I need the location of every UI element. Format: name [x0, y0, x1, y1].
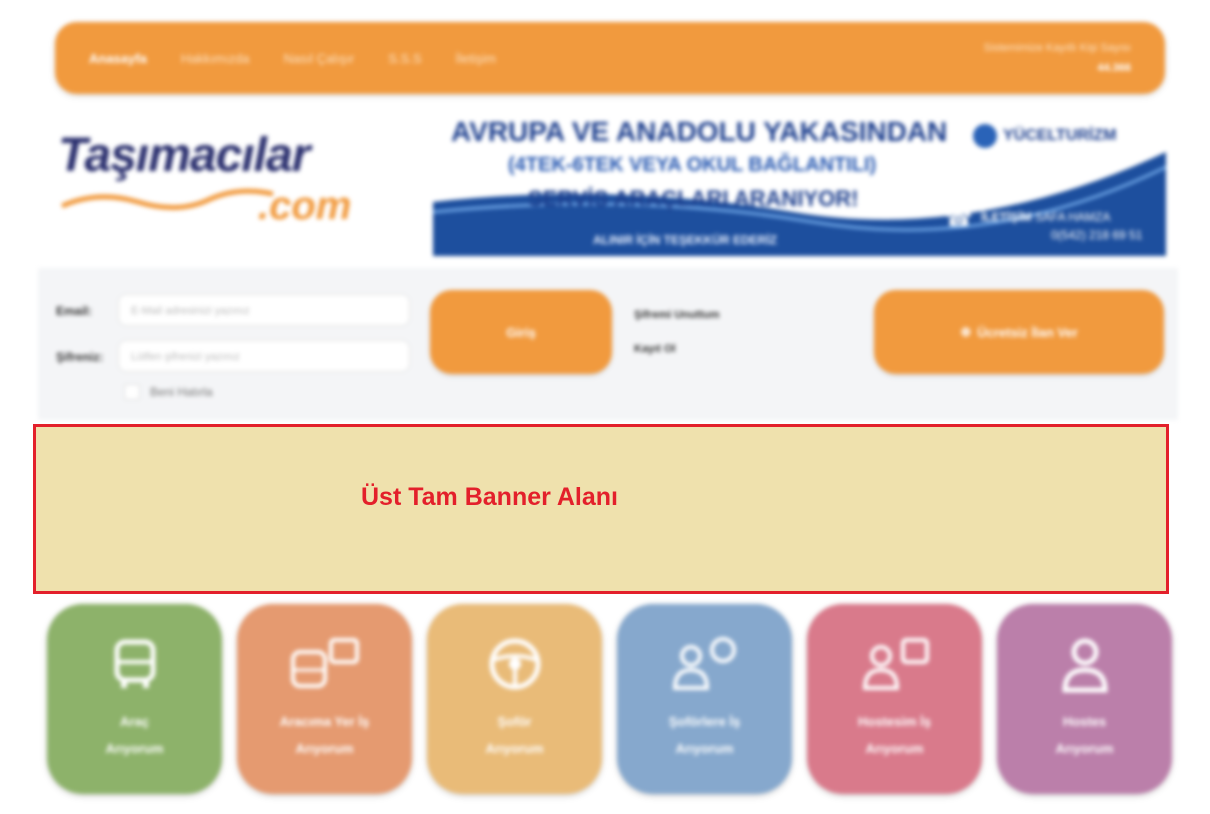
login-panel: Email: E-Mail adresinizi yazınız Şifreni…	[38, 268, 1178, 420]
ad-brand-name: YÜCELTURİZM	[1003, 127, 1117, 144]
top-banner-area: Üst Tam Banner Alanı	[33, 424, 1169, 594]
site-logo[interactable]: Taşımacılar .com	[58, 128, 418, 238]
driver-wheel-icon	[672, 637, 736, 690]
email-label: Email:	[56, 304, 93, 318]
nav-menu: Anasayfa Hakkımızda Nasıl Çalışır S.S.S …	[89, 22, 496, 94]
ad-contact: ☎ İLETİŞİM SAFA HAMZA 0(542) 218 69 51	[945, 208, 1143, 244]
login-button[interactable]: Giriş	[430, 290, 612, 374]
registered-count: Sistemimize Kayıtlı Kişi Sayısı 44.366	[984, 38, 1131, 78]
tile-label: Hostesim İş Arıyorum	[858, 714, 931, 756]
registered-count-value: 44.366	[1097, 62, 1131, 74]
ad-footer: ALINIR İÇİN TEŞEKKÜR EDERİZ	[593, 233, 778, 247]
category-tiles: Araç Arıyorum Aracıma Yer İş Arıyorum Şo…	[47, 604, 1172, 794]
tile-label: Şoför Arıyorum	[485, 714, 544, 756]
nav-item-how-it-works[interactable]: Nasıl Çalışır	[283, 51, 354, 66]
remember-checkbox[interactable]	[124, 384, 140, 400]
tile-job-for-drivers[interactable]: Şoförlere İş Arıyorum	[617, 604, 792, 794]
logo-domain: .com	[258, 184, 352, 228]
plus-circle-icon: ⊕	[960, 324, 972, 339]
person-icon	[1061, 638, 1108, 693]
bus-suitcase-icon	[290, 638, 359, 688]
password-field[interactable]: Lütfen şifrenizi yazınız	[118, 340, 410, 372]
forgot-password-link[interactable]: Şifremi Unuttum	[634, 309, 720, 321]
tile-vehicle-search[interactable]: Araç Arıyorum	[47, 604, 222, 794]
logo-swoosh-icon	[60, 188, 274, 211]
tile-driver-search[interactable]: Şoför Arıyorum	[427, 604, 602, 794]
ad-subline: (4TEK-6TEK VEYA OKUL BAĞLANTILI)	[508, 154, 877, 176]
tile-label: Hostes Arıyorum	[1055, 714, 1114, 756]
email-field[interactable]: E-Mail adresinizi yazınız	[118, 294, 410, 326]
remember-label: Beni Hatırla	[150, 385, 213, 399]
ad-banner[interactable]: AVRUPA VE ANADOLU YAKASINDAN (4TEK-6TEK …	[433, 112, 1166, 256]
tile-hostess-search[interactable]: Hostes Arıyorum	[997, 604, 1172, 794]
logo-text: Taşımacılar	[58, 129, 310, 182]
brand-globe-icon	[973, 124, 997, 148]
ad-contact-number: 0(542) 218 69 51	[1051, 228, 1143, 242]
top-navbar: Anasayfa Hakkımızda Nasıl Çalışır S.S.S …	[55, 22, 1165, 94]
tile-job-for-vehicle[interactable]: Aracıma Yer İş Arıyorum	[237, 604, 412, 794]
tile-label: Araç Arıyorum	[105, 714, 164, 756]
hostess-suitcase-icon	[862, 638, 929, 690]
post-ad-button[interactable]: ⊕ Ücretsiz İlan Ver	[874, 290, 1164, 374]
remember-me[interactable]: Beni Hatırla	[124, 384, 213, 400]
nav-item-contact[interactable]: İletişim	[456, 51, 496, 66]
nav-item-faq[interactable]: S.S.S	[388, 51, 421, 66]
ad-contact-label: İLETİŞİM	[981, 210, 1032, 224]
nav-item-about[interactable]: Hakkımızda	[181, 51, 250, 66]
ad-headline: AVRUPA VE ANADOLU YAKASINDAN	[451, 116, 948, 147]
bus-icon	[114, 639, 155, 688]
steering-wheel-icon	[489, 638, 540, 690]
ad-brand: YÜCELTURİZM	[973, 124, 1116, 148]
password-label: Şifreniz:	[56, 350, 104, 364]
ad-contact-name: SAFA HAMZA	[1035, 210, 1111, 224]
tile-label: Aracıma Yer İş Arıyorum	[279, 714, 370, 756]
tile-job-for-hostess[interactable]: Hostesim İş Arıyorum	[807, 604, 982, 794]
nav-item-home[interactable]: Anasayfa	[89, 51, 147, 66]
registered-count-label: Sistemimize Kayıtlı Kişi Sayısı	[983, 42, 1131, 54]
ad-callout: SERVİS ARAÇLARI ARANIYOR!	[528, 186, 859, 211]
post-ad-label: Ücretsiz İlan Ver	[977, 324, 1078, 340]
phone-icon: ☎	[945, 206, 973, 231]
tile-label: Şoförlere İş Arıyorum	[668, 714, 741, 756]
register-link[interactable]: Kayıt Ol	[634, 343, 676, 355]
banner-area-label: Üst Tam Banner Alanı	[361, 483, 618, 511]
